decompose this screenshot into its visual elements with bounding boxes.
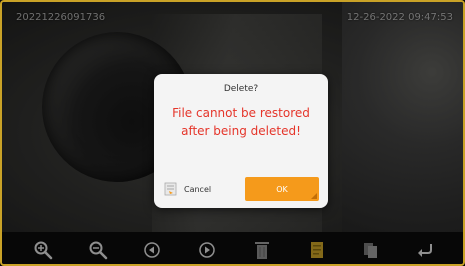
ok-button[interactable]: OK xyxy=(245,177,319,201)
dialog-title: Delete? xyxy=(223,84,259,94)
corner-marker-icon xyxy=(311,193,317,199)
delete-dialog: Delete? File cannot be restored after be… xyxy=(154,74,328,208)
device-screen: 20221226091736 12-26-2022 09:47:53 Delet… xyxy=(0,0,465,266)
cancel-button[interactable]: Cancel xyxy=(164,177,234,201)
ok-label: OK xyxy=(276,184,288,194)
dialog-message: File cannot be restored after being dele… xyxy=(172,106,310,138)
cancel-icon xyxy=(164,182,178,196)
cancel-label: Cancel xyxy=(184,184,212,194)
